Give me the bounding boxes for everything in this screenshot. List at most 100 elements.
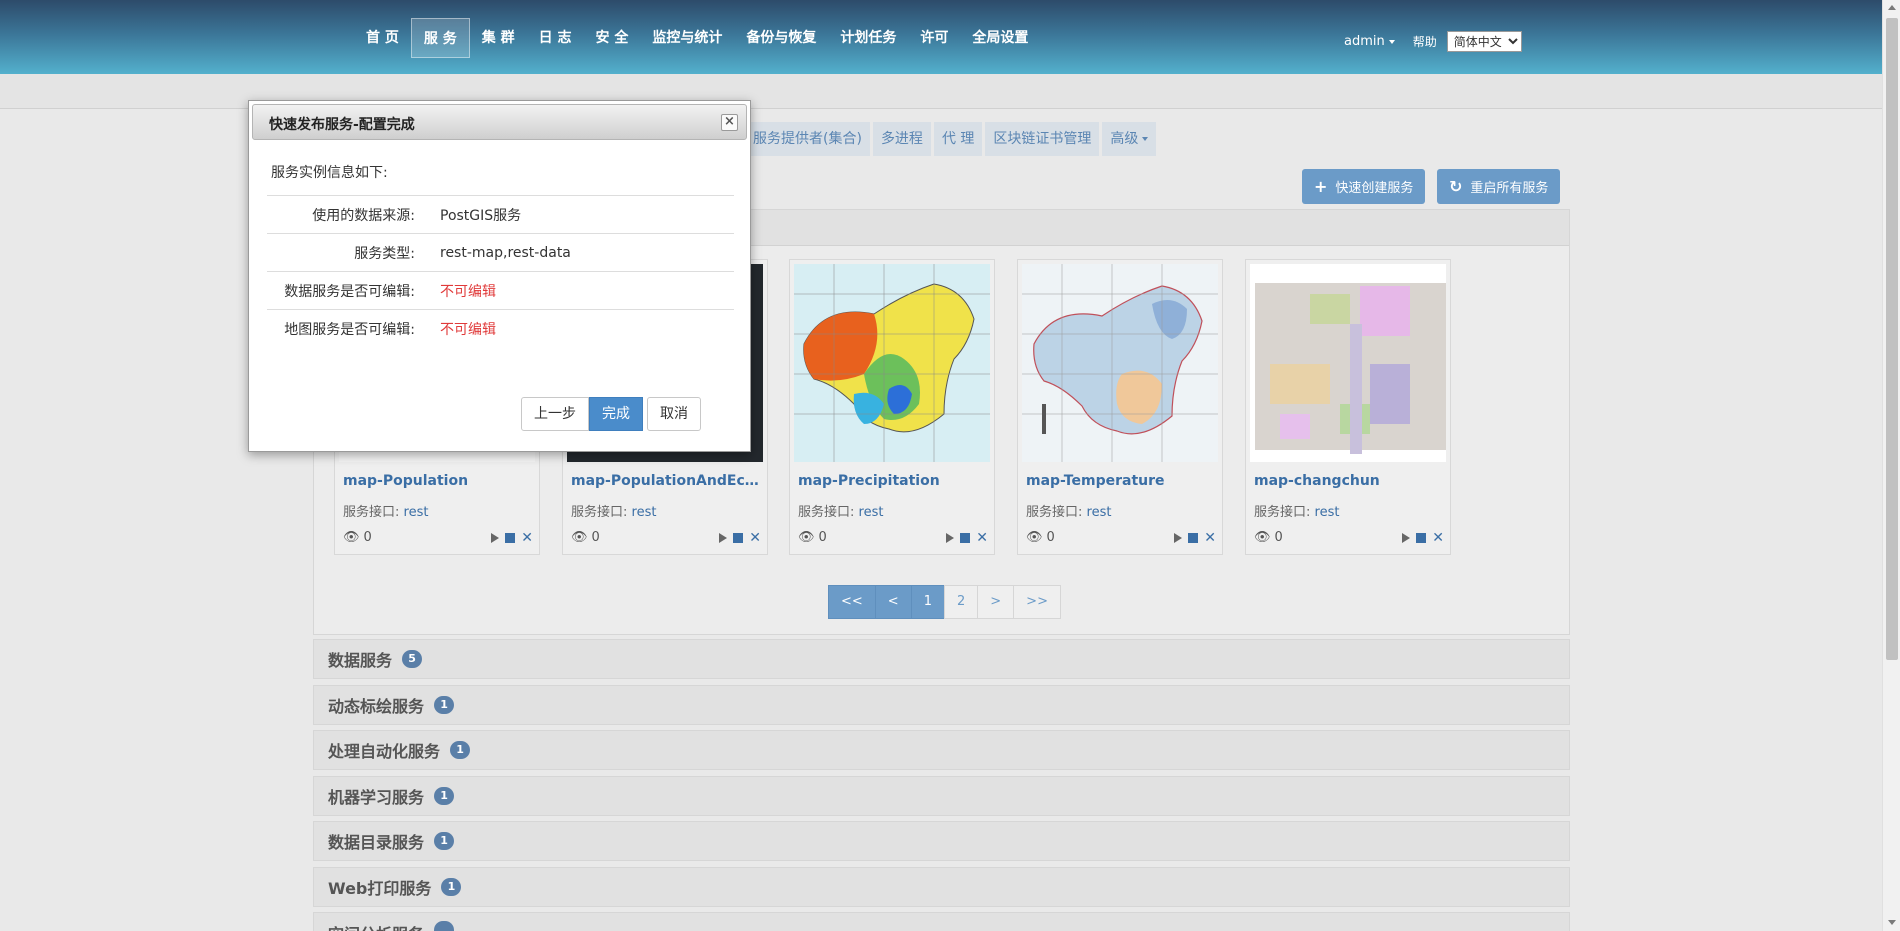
page-prev-button[interactable]: < bbox=[874, 585, 912, 619]
finish-button[interactable]: 完成 bbox=[589, 397, 643, 431]
delete-icon[interactable]: ✕ bbox=[1432, 531, 1444, 545]
dialog-intro: 服务实例信息如下: bbox=[271, 165, 388, 181]
nav-monitoring[interactable]: 监控与统计 bbox=[640, 18, 734, 58]
delete-icon[interactable]: ✕ bbox=[1204, 531, 1216, 545]
count-badge: 1 bbox=[441, 878, 462, 896]
play-icon[interactable] bbox=[719, 532, 728, 543]
language-select[interactable]: 简体中文 bbox=[1446, 31, 1522, 52]
view-count: 👁 0 bbox=[798, 530, 827, 545]
interface-link[interactable]: rest bbox=[1315, 505, 1340, 520]
play-icon[interactable] bbox=[1402, 532, 1411, 543]
play-icon[interactable] bbox=[491, 532, 500, 543]
nav-global-settings[interactable]: 全局设置 bbox=[960, 18, 1040, 58]
play-icon[interactable] bbox=[946, 532, 955, 543]
interface-link[interactable]: rest bbox=[632, 505, 657, 520]
cancel-button[interactable]: 取消 bbox=[647, 397, 701, 431]
view-count: 👁 0 bbox=[1026, 530, 1055, 545]
info-key: 服务类型: bbox=[354, 245, 415, 262]
section-label: 机器学习服务 bbox=[328, 788, 425, 807]
caret-down-icon bbox=[1142, 137, 1149, 141]
page-scrollbar[interactable] bbox=[1882, 0, 1900, 931]
quick-create-button[interactable]: + 快速创建服务 bbox=[1302, 169, 1426, 204]
card-footer: 👁 0 ✕ bbox=[1026, 530, 1216, 545]
refresh-icon: ↻ bbox=[1449, 177, 1463, 196]
info-row: 服务类型: rest-map,rest-data bbox=[267, 234, 734, 272]
nav-logs[interactable]: 日 志 bbox=[527, 18, 584, 58]
card-title[interactable]: map-Temperature bbox=[1026, 473, 1220, 489]
page-1-button[interactable]: 1 bbox=[910, 585, 945, 619]
user-menu[interactable]: admin bbox=[1344, 34, 1395, 49]
stop-icon[interactable] bbox=[505, 532, 516, 543]
map-thumbnail[interactable] bbox=[1022, 264, 1218, 462]
delete-icon[interactable]: ✕ bbox=[521, 531, 533, 545]
delete-icon[interactable]: ✕ bbox=[976, 531, 988, 545]
view-count-value: 0 bbox=[363, 530, 372, 545]
map-thumbnail[interactable] bbox=[1250, 264, 1446, 462]
help-link[interactable]: 帮助 bbox=[1413, 33, 1437, 50]
interface-link[interactable]: rest bbox=[859, 505, 884, 520]
page-last-button[interactable]: >> bbox=[1013, 585, 1061, 619]
restart-all-label: 重启所有服务 bbox=[1470, 181, 1549, 196]
nav-home[interactable]: 首 页 bbox=[354, 18, 411, 58]
section-data-services[interactable]: 数据服务 5 bbox=[313, 639, 1570, 679]
service-card[interactable]: map-changchun 服务接口: rest 👁 0 ✕ bbox=[1245, 259, 1451, 555]
tab-proxy[interactable]: 代 理 bbox=[933, 122, 983, 156]
view-count: 👁 0 bbox=[343, 530, 372, 545]
card-title[interactable]: map-Population bbox=[343, 473, 537, 489]
eye-icon: 👁 bbox=[798, 530, 815, 545]
user-name: admin bbox=[1344, 34, 1385, 49]
page-next-button[interactable]: > bbox=[977, 585, 1015, 619]
info-value: 不可编辑 bbox=[440, 322, 496, 338]
play-icon[interactable] bbox=[1174, 532, 1183, 543]
section-catalog-services[interactable]: 数据目录服务 1 bbox=[313, 821, 1570, 861]
stop-icon[interactable] bbox=[960, 532, 971, 543]
scroll-thumb[interactable] bbox=[1886, 18, 1898, 660]
card-title[interactable]: map-Precipitation bbox=[798, 473, 992, 489]
count-badge: 1 bbox=[434, 696, 455, 714]
card-title[interactable]: map-changchun bbox=[1254, 473, 1448, 489]
stop-icon[interactable] bbox=[733, 532, 744, 543]
service-card[interactable]: map-Temperature 服务接口: rest 👁 0 ✕ bbox=[1017, 259, 1223, 555]
nav-license[interactable]: 许可 bbox=[908, 18, 960, 58]
section-label: 处理自动化服务 bbox=[328, 742, 441, 761]
stop-icon[interactable] bbox=[1188, 532, 1199, 543]
section-automation-services[interactable]: 处理自动化服务 1 bbox=[313, 730, 1570, 770]
count-badge: 1 bbox=[450, 741, 471, 759]
nav-backup[interactable]: 备份与恢复 bbox=[734, 18, 828, 58]
tab-service-providers[interactable]: 服务提供者(集合) bbox=[745, 122, 870, 156]
section-print-services[interactable]: Web打印服务 1 bbox=[313, 867, 1570, 907]
interface-link[interactable]: rest bbox=[404, 505, 429, 520]
tab-multiprocess[interactable]: 多进程 bbox=[872, 122, 931, 156]
nav-security[interactable]: 安 全 bbox=[584, 18, 641, 58]
card-title[interactable]: map-PopulationAndEcono... bbox=[571, 473, 765, 489]
nav-scheduled-tasks[interactable]: 计划任务 bbox=[828, 18, 908, 58]
service-card[interactable]: map-Precipitation 服务接口: rest 👁 0 ✕ bbox=[789, 259, 995, 555]
page-2-button[interactable]: 2 bbox=[943, 585, 979, 619]
card-interface: 服务接口: rest bbox=[1254, 501, 1339, 520]
card-interface: 服务接口: rest bbox=[798, 501, 883, 520]
section-ml-services[interactable]: 机器学习服务 1 bbox=[313, 776, 1570, 816]
card-footer: 👁 0 ✕ bbox=[1254, 530, 1444, 545]
dialog-header[interactable]: 快速发布服务-配置完成 × bbox=[252, 104, 747, 140]
tab-blockchain-certs[interactable]: 区块链证书管理 bbox=[985, 122, 1100, 156]
interface-link[interactable]: rest bbox=[1087, 505, 1112, 520]
close-icon[interactable]: × bbox=[721, 114, 738, 131]
view-count: 👁 0 bbox=[1254, 530, 1283, 545]
restart-all-button[interactable]: ↻ 重启所有服务 bbox=[1437, 169, 1561, 204]
stop-icon[interactable] bbox=[1416, 532, 1427, 543]
card-interface: 服务接口: rest bbox=[571, 501, 656, 520]
publish-complete-dialog: 快速发布服务-配置完成 × 服务实例信息如下: 使用的数据来源: PostGIS… bbox=[248, 100, 751, 452]
scroll-down-icon[interactable] bbox=[1888, 920, 1896, 925]
scroll-up-icon[interactable] bbox=[1888, 5, 1896, 10]
nav-cluster[interactable]: 集 群 bbox=[470, 18, 527, 58]
tab-advanced[interactable]: 高级 bbox=[1102, 122, 1157, 156]
delete-icon[interactable]: ✕ bbox=[749, 531, 761, 545]
previous-step-button[interactable]: 上一步 bbox=[521, 397, 589, 431]
section-plotting-services[interactable]: 动态标绘服务 1 bbox=[313, 685, 1570, 725]
nav-services[interactable]: 服 务 bbox=[410, 18, 470, 58]
info-key: 使用的数据来源: bbox=[312, 207, 415, 224]
info-row: 数据服务是否可编辑: 不可编辑 bbox=[267, 272, 734, 310]
section-spatial-analysis[interactable]: 空间分析服务 bbox=[313, 912, 1570, 931]
page-first-button[interactable]: << bbox=[828, 585, 876, 619]
map-thumbnail[interactable] bbox=[794, 264, 990, 462]
